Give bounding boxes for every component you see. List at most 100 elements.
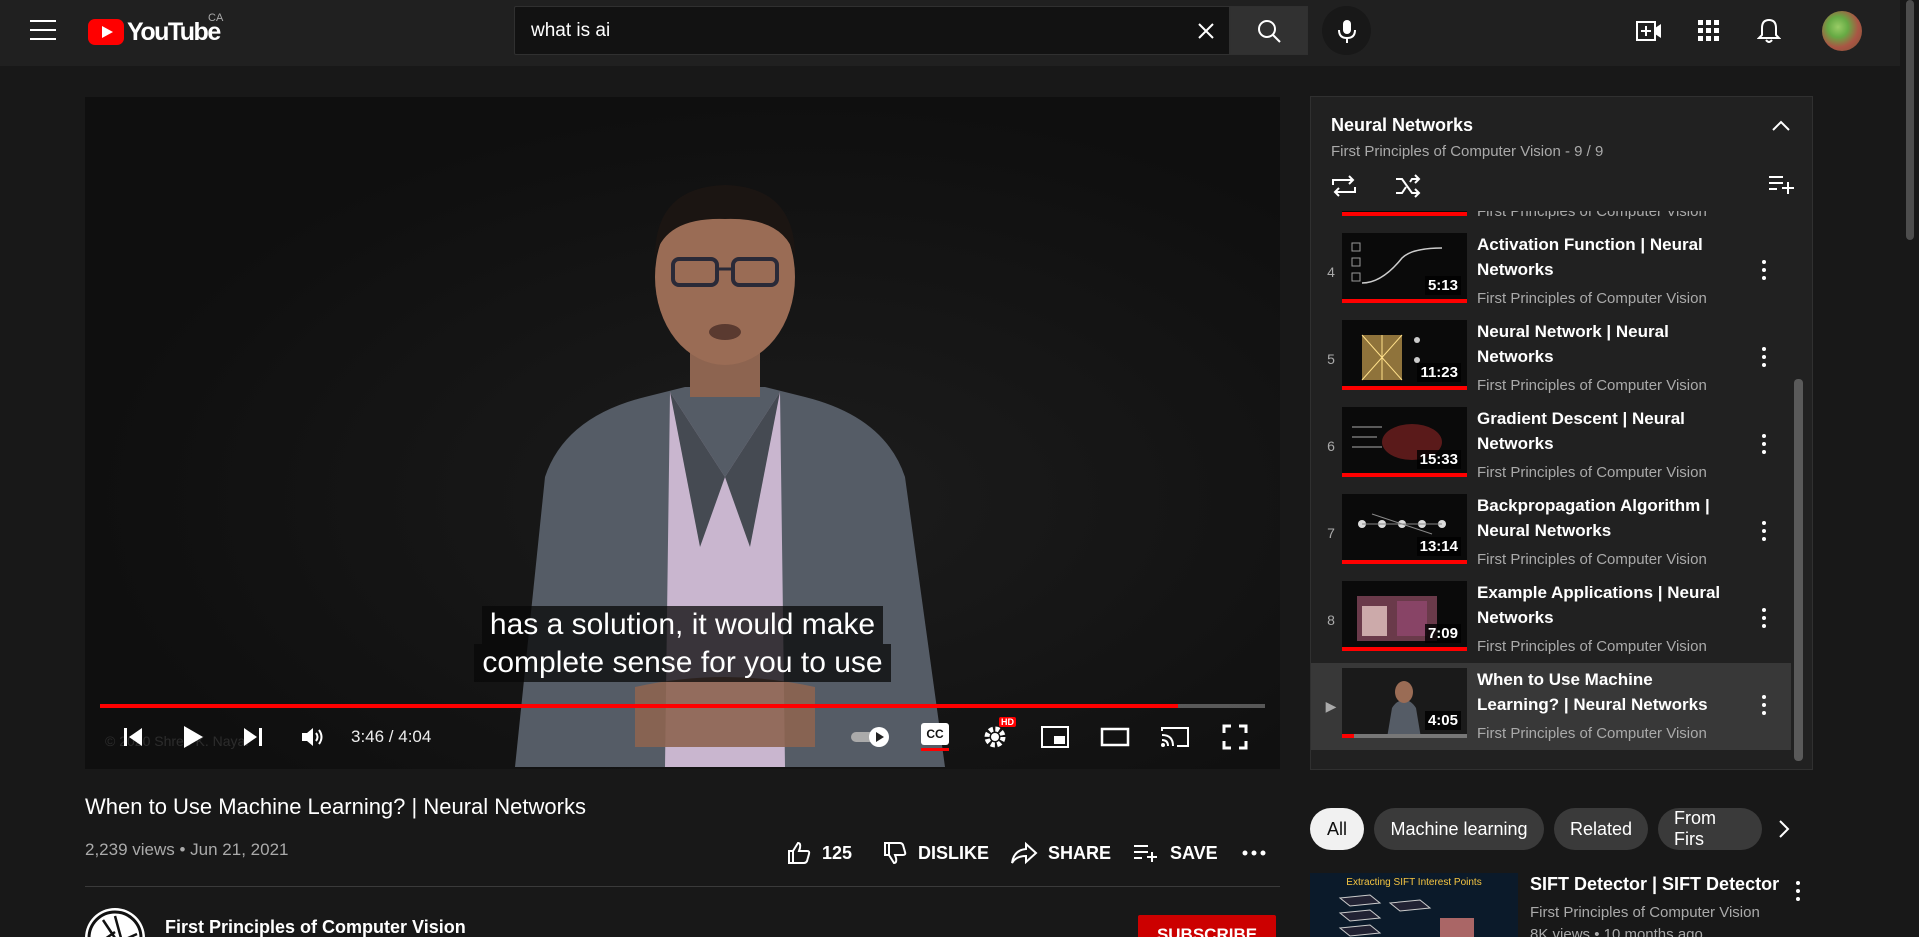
volume-icon [302, 728, 323, 746]
top-bar: YouTube CA [0, 0, 1900, 66]
cast-button[interactable] [1155, 719, 1195, 755]
miniplayer-button[interactable] [1035, 719, 1075, 755]
voice-search-button[interactable] [1322, 6, 1371, 55]
save-button[interactable]: SAVE [1132, 838, 1218, 868]
playlist-item-channel: First Principles of Computer Vision [1477, 290, 1707, 307]
playlist-panel: Neural Networks First Principles of Comp… [1310, 96, 1813, 770]
channel-avatar[interactable] [85, 908, 145, 937]
play-button[interactable] [175, 719, 211, 755]
settings-button[interactable]: HD [975, 717, 1016, 755]
user-avatar[interactable] [1822, 11, 1862, 51]
playlist-item[interactable]: 4 5:13 Activation Function | Neural Netw… [1311, 228, 1791, 315]
more-vertical-icon[interactable] [1754, 252, 1774, 288]
dislike-label: DISLIKE [918, 842, 990, 863]
channel-name[interactable]: First Principles of Computer Vision [165, 917, 466, 937]
create-video-icon[interactable] [1634, 16, 1664, 46]
page-scrollbar-thumb[interactable] [1906, 0, 1914, 240]
chip-from-first-principles[interactable]: From Firs [1658, 808, 1762, 850]
microphone-icon [1337, 19, 1356, 43]
playlist-item-title: When to Use Machine Learning? | Neural N… [1477, 670, 1708, 714]
share-button[interactable]: SHARE [1010, 838, 1111, 868]
dislike-button[interactable]: DISLIKE [882, 838, 989, 868]
playlist-item-channel: First Principles of Computer Vision [1477, 377, 1707, 394]
playlist-item-index: 5 [1327, 350, 1335, 367]
more-vertical-icon[interactable] [1754, 687, 1774, 723]
playlist-item-duration: 15:33 [1416, 450, 1461, 469]
playlist-scrollbar-thumb[interactable] [1794, 379, 1803, 761]
shuffle-icon [1396, 174, 1421, 198]
autoplay-toggle[interactable] [847, 719, 895, 755]
playlist-item-channel: First Principles of Computer Vision [1477, 211, 1707, 220]
playlist-title[interactable]: Neural Networks [1331, 115, 1473, 136]
playlist-item[interactable]: 6 15:33 Gradient Descent | Neural Networ… [1311, 402, 1791, 489]
next-button[interactable] [235, 719, 271, 755]
playlist-item-duration: 7:09 [1424, 624, 1461, 643]
add-to-queue-icon [1769, 176, 1794, 194]
notifications-bell-icon[interactable] [1754, 16, 1784, 46]
playlist-item-duration: 11:23 [1417, 363, 1461, 382]
playlist-item-thumbnail: 5:13 [1342, 233, 1467, 303]
captions-button[interactable]: CC [915, 719, 955, 755]
divider [85, 886, 1280, 887]
playlist-item-thumbnail: 13:14 [1342, 494, 1467, 564]
shuffle-playlist-button[interactable] [1393, 173, 1423, 204]
play-icon [184, 726, 203, 748]
search-input[interactable] [531, 18, 1131, 44]
more-vertical-icon[interactable] [1754, 600, 1774, 636]
clear-search-icon[interactable] [1195, 20, 1217, 42]
loop-playlist-button[interactable] [1329, 173, 1359, 204]
recommendation-title[interactable]: SIFT Detector | SIFT Detector [1530, 874, 1779, 895]
playlist-item-index: 8 [1327, 611, 1335, 628]
theater-mode-icon [1100, 727, 1130, 747]
playlist-item-current[interactable]: ▶ 4:05 When to Use Machine Learning? | N… [1311, 663, 1791, 750]
collapse-playlist-button[interactable] [1771, 119, 1791, 138]
subscribe-button[interactable]: SUBSCRIBE [1138, 915, 1276, 937]
more-actions-button[interactable] [1242, 838, 1276, 868]
recommendation-channel: First Principles of Computer Vision [1530, 904, 1760, 921]
apps-grid-icon[interactable] [1694, 16, 1724, 46]
playlist-menu-button[interactable] [1767, 173, 1795, 200]
playlist-item-channel: First Principles of Computer Vision [1477, 551, 1707, 568]
more-horizontal-icon [1242, 850, 1266, 856]
playlist-item-index: 7 [1327, 524, 1335, 541]
playlist-subtitle: First Principles of Computer Vision - 9 … [1331, 143, 1604, 160]
more-vertical-icon[interactable] [1754, 339, 1774, 375]
chip-related[interactable]: Related [1554, 808, 1648, 850]
share-icon [1011, 841, 1038, 865]
progress-played [100, 704, 1178, 708]
hd-badge: HD [999, 717, 1016, 727]
like-button[interactable]: 125 [786, 838, 852, 868]
chip-all[interactable]: All [1310, 808, 1364, 850]
menu-icon[interactable] [30, 20, 56, 42]
more-vertical-icon[interactable] [1754, 513, 1774, 549]
playlist-item[interactable]: 5 11:23 Neural Network | Neural Networks… [1311, 315, 1791, 402]
progress-bar[interactable] [100, 704, 1265, 708]
playlist-item-partial[interactable]: First Principles of Computer Vision [1311, 211, 1791, 228]
video-views-date: 2,239 views • Jun 21, 2021 [85, 840, 289, 859]
search-button[interactable] [1230, 6, 1308, 55]
cast-icon [1161, 727, 1189, 747]
thumbs-down-icon [884, 842, 907, 865]
playlist-item-title: Backpropagation Algorithm | Neural Netwo… [1477, 496, 1710, 540]
volume-button[interactable] [295, 719, 331, 755]
fullscreen-button[interactable] [1215, 719, 1255, 755]
playlist-item[interactable]: 7 13:14 Backpropagation Algorithm | Neur… [1311, 489, 1791, 576]
search-box [514, 6, 1230, 55]
more-vertical-icon[interactable] [1788, 876, 1808, 906]
miniplayer-icon [1041, 726, 1069, 748]
chip-machine-learning[interactable]: Machine learning [1374, 808, 1544, 850]
caption-line-1: has a solution, it would make [481, 606, 884, 644]
skip-previous-icon [124, 728, 142, 746]
recommendation-thumbnail[interactable]: Extracting SIFT Interest Points [1310, 873, 1518, 937]
search-icon [1258, 19, 1281, 43]
chips-next-button[interactable] [1768, 813, 1800, 845]
theater-mode-button[interactable] [1095, 719, 1135, 755]
caption-line-2: complete sense for you to use [474, 644, 891, 682]
youtube-logo[interactable]: YouTube [88, 18, 221, 46]
playlist-item[interactable]: 8 7:09 Example Applications | Neural Net… [1311, 576, 1791, 663]
more-vertical-icon[interactable] [1754, 426, 1774, 462]
playlist-item-title: Gradient Descent | Neural Networks [1477, 409, 1685, 453]
video-player[interactable]: © 2020 Shree K. Nayar has a solution, it… [85, 97, 1280, 769]
playlist-item-thumbnail: 11:23 [1342, 320, 1467, 390]
previous-button[interactable] [115, 719, 151, 755]
